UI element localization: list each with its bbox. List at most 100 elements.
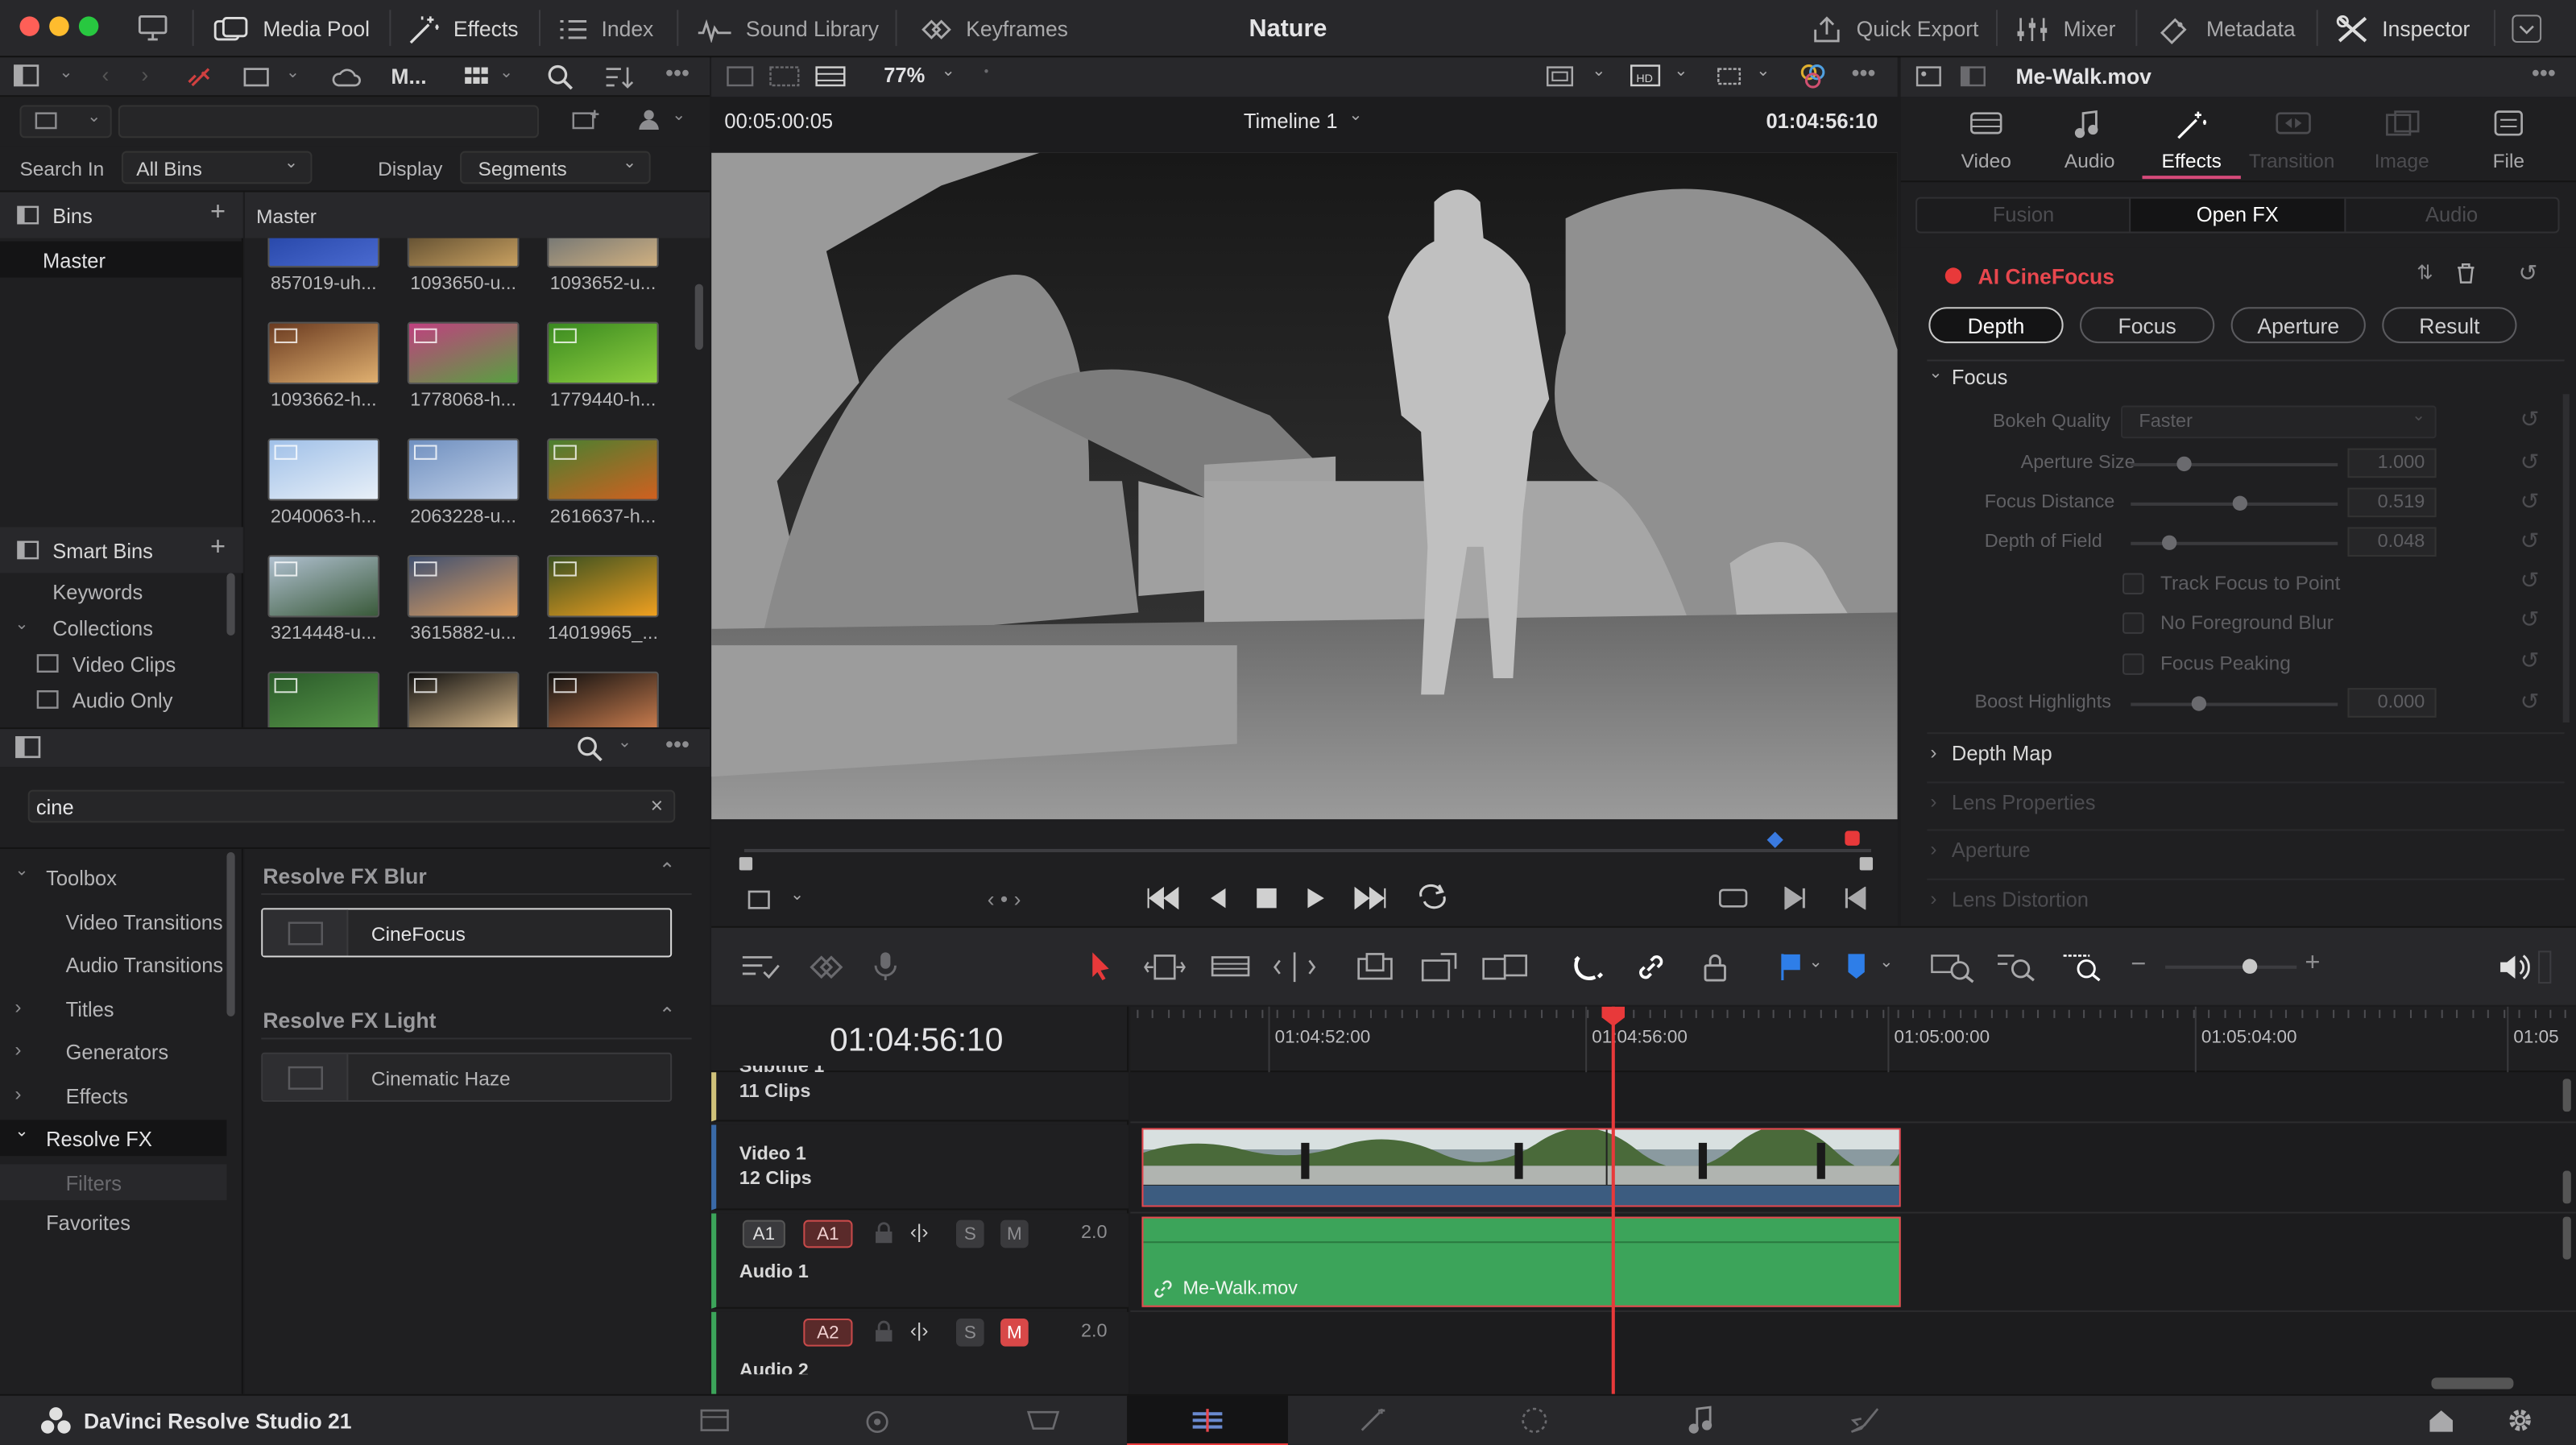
media-search-input[interactable] [118, 105, 539, 139]
clip-thumbnail[interactable] [267, 438, 380, 501]
zoom-slider[interactable] [2165, 965, 2297, 969]
position-lock-icon[interactable] [1700, 950, 1730, 983]
subtab-audio[interactable]: Audio [2346, 199, 2558, 232]
stop-icon[interactable] [1255, 887, 1278, 910]
keyframes-button[interactable]: Keyframes [913, 0, 1068, 57]
lock-icon[interactable] [874, 1222, 893, 1245]
fit-icon[interactable] [1546, 66, 1576, 88]
edit-page-icon[interactable] [1190, 1407, 1226, 1434]
viewer-zoom[interactable]: 77% [884, 64, 925, 88]
chevron-down-icon[interactable]: ⌄ [286, 64, 300, 82]
tree-item-generators[interactable]: › Generators [0, 1033, 226, 1069]
add-bin-icon[interactable]: + [210, 199, 226, 229]
clips-scrollbar[interactable] [694, 284, 703, 350]
timeline-selector[interactable]: Timeline 1 [1244, 110, 1338, 134]
effect-item[interactable]: Cinematic Haze [261, 1052, 673, 1102]
timeline-ruler[interactable]: 01:04:52:00 01:04:56:00 01:05:00:00 01:05:0… [1130, 1006, 2576, 1073]
home-icon[interactable] [2428, 1407, 2454, 1434]
more-options-icon[interactable]: ••• [665, 731, 690, 757]
tree-item-audio-transitions[interactable]: Audio Transitions [0, 946, 226, 982]
effects-button[interactable]: Effects [408, 0, 518, 57]
chevron-down-icon[interactable]: ⌄ [672, 107, 685, 125]
inspector-tab-audio[interactable]: Audio [2040, 97, 2139, 179]
dest-track-a2[interactable]: A2 [803, 1318, 853, 1347]
grid-view-icon[interactable] [463, 66, 490, 89]
zoom-out-icon[interactable]: − [2131, 950, 2146, 980]
chevron-down-icon[interactable]: ⌄ [1756, 62, 1770, 80]
dual-viewer-icon[interactable] [768, 66, 801, 88]
sidebar-toggle-icon[interactable] [13, 64, 39, 88]
mixer-button[interactable]: Mixer [2014, 0, 2115, 57]
clip-view-icon[interactable] [243, 66, 273, 89]
chevron-up-icon[interactable]: ⌃ [659, 1004, 676, 1027]
blade-tool-icon[interactable] [1273, 950, 1316, 983]
chevron-right-icon[interactable]: › [1930, 790, 1936, 814]
chevron-down-icon[interactable]: ⌄ [1808, 954, 1822, 971]
inspector-tab-video[interactable]: Video [1937, 97, 2036, 179]
chevron-down-icon[interactable]: ⌄ [14, 615, 28, 633]
inspector-tab-image[interactable]: Image [2353, 97, 2451, 179]
clip-thumbnail[interactable] [407, 671, 520, 728]
speaker-icon[interactable] [2497, 952, 2530, 982]
settings-gear-icon[interactable] [2505, 1406, 2535, 1435]
clip-thumbnail[interactable] [267, 671, 380, 728]
prev-frame-icon[interactable] [1841, 886, 1868, 910]
metadata-button[interactable]: Metadata [2157, 0, 2296, 57]
hdr-monitor-icon[interactable]: HD [1630, 64, 1663, 89]
tree-item-titles[interactable]: › Titles [0, 990, 226, 1026]
video-clip[interactable] [1141, 1128, 1901, 1207]
maximize-window-button[interactable] [78, 16, 99, 36]
bin-item-master[interactable]: Master [0, 241, 243, 278]
smart-bin-audio-only[interactable]: Audio Only [72, 689, 173, 713]
effects-tree-scrollbar[interactable] [226, 852, 235, 1016]
clear-search-icon[interactable]: × [651, 793, 663, 818]
source-patch-a1[interactable]: A1 [742, 1219, 785, 1248]
media-page-icon[interactable] [700, 1409, 730, 1432]
sound-library-button[interactable]: Sound Library [697, 0, 879, 57]
cut-page-icon[interactable] [861, 1407, 894, 1434]
out-point-marker[interactable] [1859, 857, 1874, 871]
clip-thumbnail[interactable] [407, 555, 520, 618]
audio-clip[interactable]: Me-Walk.mov [1141, 1216, 1901, 1307]
minimize-window-button[interactable] [49, 16, 69, 36]
new-bin-icon[interactable] [572, 109, 602, 132]
dest-track-a1[interactable]: A1 [803, 1219, 853, 1248]
smart-bin-video-clips[interactable]: Video Clips [72, 653, 176, 677]
keyframe-diamond-icon[interactable] [803, 954, 846, 980]
timeline-playhead[interactable] [1611, 1006, 1615, 1396]
timeline-options-icon[interactable] [741, 954, 781, 980]
smart-bin-keywords[interactable]: Keywords [52, 582, 143, 605]
color-page-icon[interactable] [1520, 1406, 1550, 1435]
loop-icon[interactable] [1414, 884, 1451, 910]
inspector-tab-transition[interactable]: Transition [2243, 97, 2341, 179]
zoom-custom-icon[interactable] [2062, 950, 2108, 983]
zoom-in-icon[interactable]: + [2305, 949, 2320, 979]
prev-edit-icon[interactable]: ‹ • › [988, 887, 1021, 912]
monitor-icon[interactable] [138, 14, 168, 41]
tree-item-resolve-fx[interactable]: ⌄ Resolve FX [0, 1120, 227, 1157]
add-smart-bin-icon[interactable]: + [210, 534, 226, 564]
zoom-detail-icon[interactable] [1996, 950, 2042, 983]
flag-icon[interactable] [1779, 952, 1803, 982]
mute-button[interactable]: M [1000, 1219, 1029, 1248]
close-window-button[interactable] [19, 16, 39, 36]
filter-dropdown[interactable]: ⌄ [19, 105, 112, 139]
replace-clip-icon[interactable] [1481, 950, 1530, 983]
track-scrollbar[interactable] [2562, 1216, 2571, 1260]
chevron-down-icon[interactable]: ⌄ [1674, 62, 1688, 80]
chevron-down-icon[interactable]: ⌄ [1592, 62, 1605, 80]
viewer-layout-icon[interactable] [726, 66, 756, 88]
user-icon[interactable] [634, 109, 664, 132]
match-frame-icon[interactable] [1717, 887, 1750, 910]
deliver-page-icon[interactable] [1848, 1406, 1881, 1435]
chevron-down-icon[interactable]: ⌄ [790, 887, 804, 905]
smart-bin-collections[interactable]: Collections [52, 618, 153, 641]
clip-thumbnail[interactable] [407, 238, 520, 268]
filmstrip-icon[interactable] [815, 66, 848, 88]
insert-clip-icon[interactable] [1352, 950, 1398, 983]
tree-item-filters[interactable]: Filters [0, 1164, 227, 1201]
auto-select-icon[interactable]: ‹|› [910, 1220, 929, 1244]
inspector-tab-file[interactable]: File [2459, 97, 2557, 179]
viewer-frame[interactable] [711, 152, 1898, 820]
clip-thumbnail[interactable] [267, 321, 380, 385]
